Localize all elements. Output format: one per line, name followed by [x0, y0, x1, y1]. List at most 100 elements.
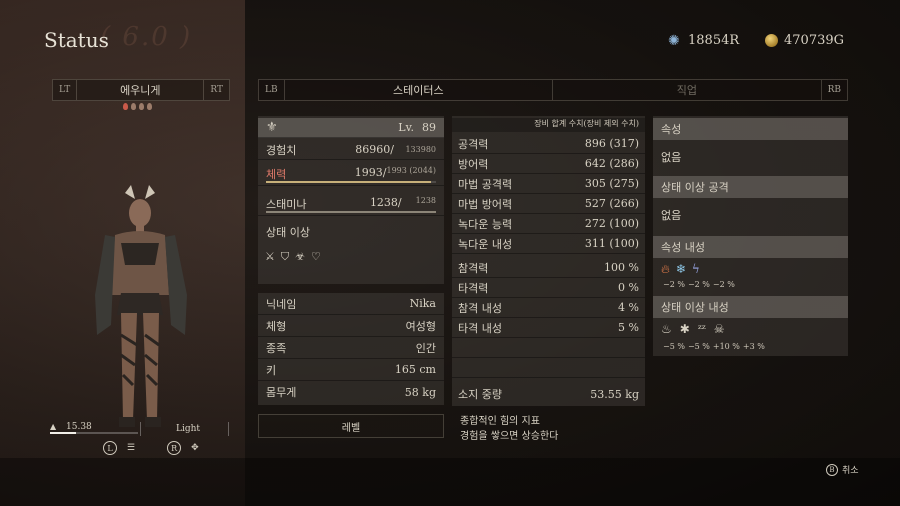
- exp-label: 경험치: [266, 143, 297, 157]
- element-resist-icons: 🔥︎ ❄ ϟ: [661, 262, 700, 277]
- element-resist-header: 속성 내성: [653, 236, 848, 258]
- divider: [140, 422, 141, 436]
- tab-vocation[interactable]: 직업: [552, 80, 821, 100]
- exp-next: 133980: [405, 145, 436, 154]
- rt-button-hint[interactable]: RT: [203, 80, 229, 100]
- combat-value: 4 %: [618, 301, 639, 314]
- element-header: 속성: [653, 118, 848, 140]
- status-attack-header: 상태 이상 공격: [653, 176, 848, 198]
- combat-value: 305 (275): [584, 177, 639, 190]
- character-model: [95, 185, 187, 427]
- status-ailment-icons: ⚔ ⛉ ☣ ♡: [265, 250, 321, 264]
- profile-value: 165 cm: [394, 363, 436, 376]
- l-stick-hint[interactable]: L: [103, 441, 117, 455]
- level-label: Lv.: [398, 121, 414, 134]
- empty-row: [452, 358, 645, 378]
- status-ailment-label: 상태 이상: [266, 226, 310, 239]
- combat-header: 장비 합계 수치(장비 제외 수치): [452, 118, 645, 132]
- background-watermark: ( 6.0 ): [100, 22, 193, 52]
- burn-icon: ♨: [661, 322, 672, 336]
- profile-row: 키 165 cm: [258, 359, 444, 381]
- profile-row: 체형 여성형: [258, 315, 444, 337]
- ice-icon: ❄: [675, 262, 686, 276]
- lt-button-hint[interactable]: LT: [53, 80, 78, 100]
- combat-value: 272 (100): [584, 217, 639, 230]
- heart-icon: ♡: [311, 250, 321, 263]
- combat-label: 마법 공격력: [458, 177, 513, 191]
- rift-crystal-value: 18854R: [688, 33, 740, 48]
- rift-crystal-counter: ✺ 18854R: [668, 33, 739, 48]
- combat-row: 참격력 100 %: [452, 258, 645, 278]
- profile-row: 닉네임 Nika: [258, 293, 444, 315]
- status-resist-header: 상태 이상 내성: [653, 296, 848, 318]
- stamina-bar: [266, 211, 436, 213]
- tab-status[interactable]: 스테이터스: [285, 80, 553, 100]
- level-row: ⚜ Lv. 89: [258, 118, 444, 138]
- bottom-bar: [0, 458, 900, 506]
- level-button[interactable]: 레벨: [258, 414, 444, 438]
- fire-icon: 🔥︎: [661, 262, 670, 276]
- party-dot-icon: [123, 103, 128, 110]
- rift-crystal-icon: ✺: [668, 32, 680, 49]
- lb-button-hint[interactable]: LB: [259, 80, 285, 100]
- description-line: 경험을 쌓으면 상승한다: [460, 431, 559, 442]
- combat-row: 타격 내성 5 %: [452, 318, 645, 338]
- description: 종합적인 힘의 지표 경험을 쌓으면 상승한다: [460, 414, 558, 444]
- gold-coin-icon: [765, 34, 778, 47]
- combat-stats-panel: 장비 합계 수치(장비 제외 수치) 공격력 896 (317) 방어력 642 (…: [452, 116, 645, 406]
- description-line: 종합적인 힘의 지표: [460, 416, 540, 427]
- weight-icon: ▲: [50, 422, 57, 431]
- divider: [228, 422, 229, 436]
- rb-button-hint[interactable]: RB: [820, 80, 847, 100]
- r-stick-hint[interactable]: R: [167, 441, 182, 455]
- combat-label: 녹다운 내성: [458, 237, 513, 251]
- combat-value: 100 %: [604, 261, 639, 274]
- resist-value: −2 %: [712, 280, 735, 289]
- combat-value: 642 (286): [584, 157, 639, 170]
- b-button-icon: B: [826, 463, 838, 476]
- party-dot-icon: [131, 103, 136, 110]
- control-hints: L ☰ R ✥: [103, 441, 199, 455]
- profile-label: 종족: [266, 341, 287, 355]
- combat-label: 참격력: [458, 261, 489, 275]
- party-dot-icon: [139, 103, 144, 110]
- combat-row: 방어력 642 (286): [452, 154, 645, 174]
- carry-weight-row: 소지 중량 53.55 kg: [452, 384, 645, 404]
- combat-value: 527 (266): [584, 197, 639, 210]
- resist-value: −2 %: [663, 280, 685, 289]
- combat-label: 타격력: [458, 281, 489, 295]
- stamina-row: 스태미나 1238/ 1238: [258, 192, 444, 216]
- tab-bar: LB 스테이터스 직업 RB: [258, 79, 848, 101]
- frozen-icon: ✱: [679, 322, 690, 336]
- party-indicator: [123, 103, 152, 110]
- exp-value: 86960/: [355, 143, 394, 156]
- profile-label: 키: [266, 363, 277, 377]
- menu-icon: ☰: [127, 443, 136, 453]
- stamina-value: 1238/: [369, 196, 402, 209]
- character-selector[interactable]: LT 에우니게 RT: [52, 79, 230, 101]
- combat-row: 타격력 0 %: [452, 278, 645, 298]
- combat-row: 녹다운 내성 311 (100): [452, 234, 645, 254]
- equipment-weight: ▲ 15.38 Light: [50, 422, 235, 436]
- skull-icon: ☠: [713, 322, 725, 336]
- resist-value: −2 %: [687, 280, 710, 289]
- combat-row: 마법 공격력 305 (275): [452, 174, 645, 194]
- combat-value: 896 (317): [584, 137, 639, 150]
- poison-icon: ☣: [295, 250, 305, 263]
- combat-row: 녹다운 능력 272 (100): [452, 214, 645, 234]
- status-ailment-row: 상태 이상: [258, 222, 444, 242]
- cancel-button[interactable]: B 취소: [826, 463, 859, 476]
- hp-max: 1993 (2044): [386, 166, 436, 175]
- profile-panel: 닉네임 Nika 체형 여성형 종족 인간 키 165 cm 몸무게 58 kg: [258, 293, 444, 405]
- profile-value: 여성형: [405, 319, 436, 333]
- crossed-swords-icon: ⚔: [265, 250, 275, 263]
- combat-row: 참격 내성 4 %: [452, 298, 645, 318]
- character-name: 에우니게: [120, 84, 161, 97]
- combat-label: 공격력: [458, 137, 489, 151]
- hp-row: 체력 1993/ 1993 (2044): [258, 162, 444, 186]
- gold-value: 470739G: [784, 33, 845, 48]
- combat-value: 311 (100): [584, 237, 639, 250]
- party-dot-icon: [147, 103, 152, 110]
- profile-value: 58 kg: [404, 385, 436, 399]
- carry-weight-label: 소지 중량: [458, 388, 502, 401]
